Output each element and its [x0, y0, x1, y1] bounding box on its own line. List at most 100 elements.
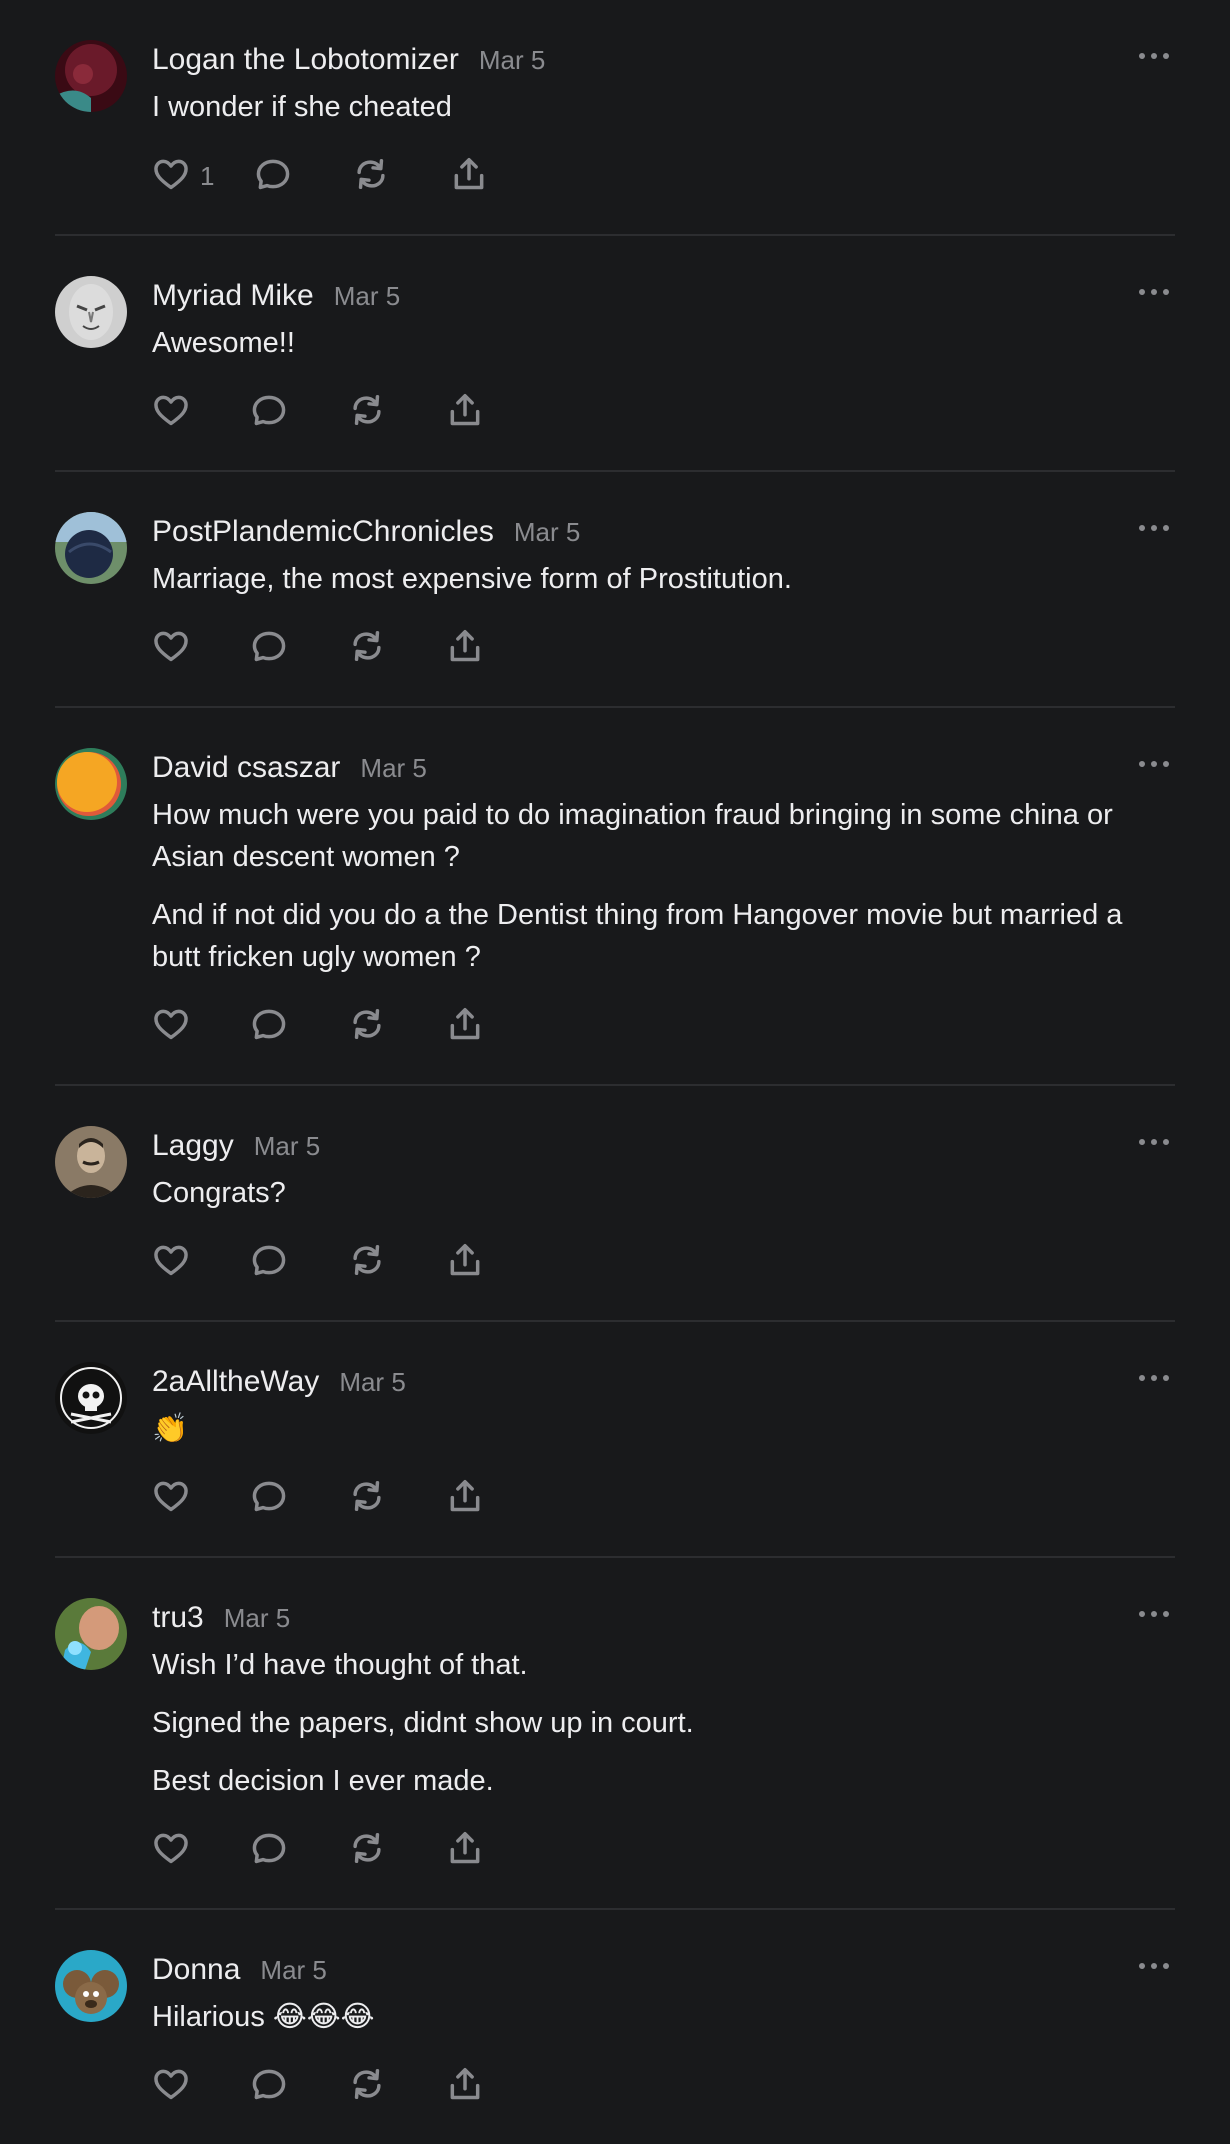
more-dots-icon[interactable]	[1139, 1138, 1169, 1146]
avatar[interactable]	[55, 1950, 127, 2022]
like-button[interactable]	[152, 391, 190, 434]
share-icon	[450, 155, 488, 198]
more-dots-icon[interactable]	[1139, 52, 1169, 60]
comment-date[interactable]: Mar 5	[334, 276, 400, 316]
comment-author[interactable]: tru3	[152, 1598, 204, 1638]
comment-actions	[152, 1242, 1175, 1282]
avatar[interactable]	[55, 512, 127, 584]
restack-icon	[348, 627, 386, 670]
restack-button[interactable]	[348, 1005, 386, 1048]
share-button[interactable]	[450, 155, 488, 198]
share-icon	[446, 1241, 484, 1284]
restack-button[interactable]	[352, 155, 390, 198]
comment-actions	[152, 1830, 1175, 1870]
comment-actions	[152, 392, 1175, 432]
like-button[interactable]	[152, 627, 190, 670]
comment-date[interactable]: Mar 5	[514, 512, 580, 552]
comment-bubble-icon	[254, 155, 292, 198]
restack-icon	[348, 391, 386, 434]
more-dots-icon[interactable]	[1139, 524, 1169, 532]
comment-author[interactable]: Myriad Mike	[152, 276, 314, 316]
reply-button[interactable]	[250, 2065, 288, 2108]
comment-author[interactable]: Laggy	[152, 1126, 234, 1166]
share-button[interactable]	[446, 1477, 484, 1520]
comment-bubble-icon	[250, 391, 288, 434]
heart-icon	[152, 2065, 190, 2108]
share-button[interactable]	[446, 2065, 484, 2108]
restack-button[interactable]	[348, 2065, 386, 2108]
comment-paragraph: Best decision I ever made.	[152, 1765, 494, 1797]
comment-author[interactable]: PostPlandemicChronicles	[152, 512, 494, 552]
reply-button[interactable]	[250, 627, 288, 670]
restack-button[interactable]	[348, 627, 386, 670]
comment-item: David csaszar Mar 5 How much were you pa…	[55, 708, 1175, 1086]
restack-button[interactable]	[348, 1477, 386, 1520]
comment-date[interactable]: Mar 5	[360, 748, 426, 788]
reply-button[interactable]	[250, 1829, 288, 1872]
share-button[interactable]	[446, 391, 484, 434]
comment-date[interactable]: Mar 5	[254, 1126, 320, 1166]
share-button[interactable]	[446, 1829, 484, 1872]
restack-icon	[348, 1005, 386, 1048]
more-dots-icon[interactable]	[1139, 1962, 1169, 1970]
like-button[interactable]: 1	[152, 155, 214, 198]
reply-button[interactable]	[250, 1005, 288, 1048]
reply-button[interactable]	[250, 1241, 288, 1284]
heart-icon	[152, 1477, 190, 1520]
comment-actions: 1	[152, 156, 1175, 196]
more-dots-icon[interactable]	[1139, 1374, 1169, 1382]
avatar[interactable]	[55, 1126, 127, 1198]
like-button[interactable]	[152, 1829, 190, 1872]
restack-button[interactable]	[348, 1241, 386, 1284]
comment-feed: Logan the Lobotomizer Mar 5 I wonder if …	[0, 0, 1230, 2144]
comment-date[interactable]: Mar 5	[339, 1362, 405, 1402]
like-button[interactable]	[152, 1005, 190, 1048]
comment-author[interactable]: 2aAlltheWay	[152, 1362, 319, 1402]
comment-date[interactable]: Mar 5	[224, 1598, 290, 1638]
reply-button[interactable]	[250, 1477, 288, 1520]
reply-button[interactable]	[250, 391, 288, 434]
heart-icon	[152, 627, 190, 670]
more-dots-icon[interactable]	[1139, 1610, 1169, 1618]
comment-text: Wish I’d have thought of that. Signed the…	[152, 1644, 1175, 1802]
avatar[interactable]	[55, 276, 127, 348]
comment-bubble-icon	[250, 1241, 288, 1284]
avatar[interactable]	[55, 40, 127, 112]
comment-paragraph: Signed the papers, didnt show up in cour…	[152, 1707, 694, 1739]
share-button[interactable]	[446, 627, 484, 670]
avatar[interactable]	[55, 1598, 127, 1670]
comment-item: 2aAlltheWay Mar 5 👏	[55, 1322, 1175, 1558]
like-button[interactable]	[152, 1241, 190, 1284]
restack-icon	[348, 1241, 386, 1284]
comment-author[interactable]: Donna	[152, 1950, 240, 1990]
comment-bubble-icon	[250, 627, 288, 670]
more-dots-icon[interactable]	[1139, 288, 1169, 296]
restack-icon	[348, 1829, 386, 1872]
more-dots-icon[interactable]	[1139, 760, 1169, 768]
comment-paragraph: Congrats?	[152, 1177, 286, 1209]
comment-author[interactable]: David csaszar	[152, 748, 340, 788]
comment-paragraph: Wish I’d have thought of that.	[152, 1649, 528, 1681]
heart-icon	[152, 1829, 190, 1872]
avatar[interactable]	[55, 748, 127, 820]
restack-button[interactable]	[348, 391, 386, 434]
comment-author[interactable]: Logan the Lobotomizer	[152, 40, 459, 80]
comment-item: Myriad Mike Mar 5 Awesome!!	[55, 236, 1175, 472]
comment-item: PostPlandemicChronicles Mar 5 Marriage, …	[55, 472, 1175, 708]
like-button[interactable]	[152, 1477, 190, 1520]
comment-paragraph: I wonder if she cheated	[152, 91, 452, 123]
reply-button[interactable]	[254, 155, 292, 198]
comment-text: Congrats?	[152, 1172, 1175, 1214]
share-button[interactable]	[446, 1005, 484, 1048]
comment-text: How much were you paid to do imagination…	[152, 794, 1175, 978]
like-button[interactable]	[152, 2065, 190, 2108]
share-button[interactable]	[446, 1241, 484, 1284]
restack-icon	[348, 1477, 386, 1520]
restack-button[interactable]	[348, 1829, 386, 1872]
avatar[interactable]	[55, 1362, 127, 1434]
comment-actions	[152, 1478, 1175, 1518]
comment-date[interactable]: Mar 5	[260, 1950, 326, 1990]
comment-text: Marriage, the most expensive form of Pro…	[152, 558, 1175, 600]
comment-bubble-icon	[250, 1477, 288, 1520]
comment-date[interactable]: Mar 5	[479, 40, 545, 80]
